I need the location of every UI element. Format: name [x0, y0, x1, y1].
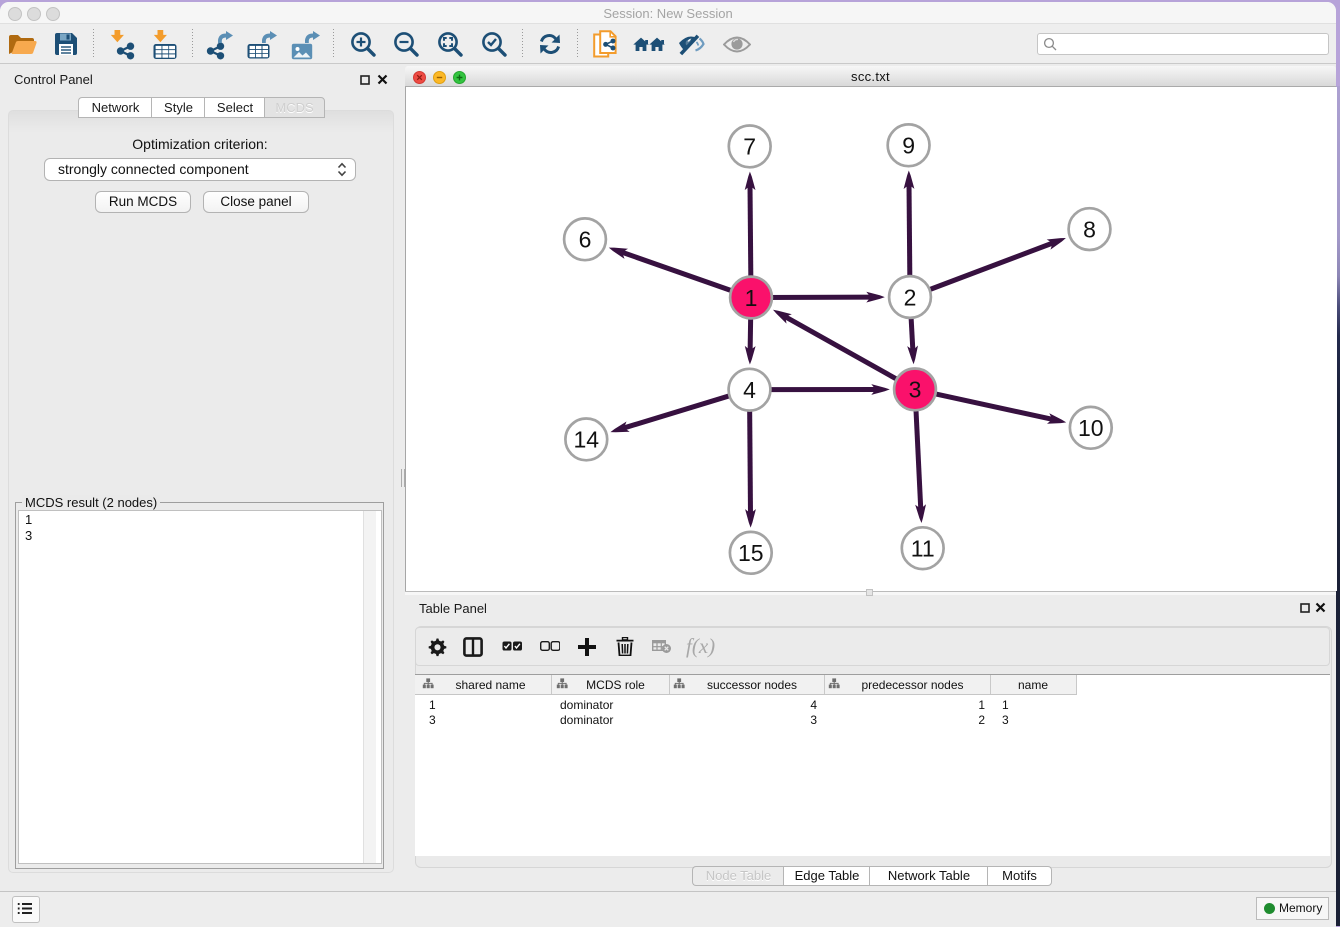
svg-text:7: 7	[743, 134, 756, 160]
svg-text:15: 15	[738, 540, 764, 566]
svg-text:1: 1	[745, 285, 758, 311]
svg-text:4: 4	[743, 377, 756, 403]
svg-text:9: 9	[902, 133, 915, 159]
svg-text:10: 10	[1078, 415, 1104, 441]
svg-text:8: 8	[1083, 216, 1096, 242]
svg-text:2: 2	[904, 284, 917, 310]
svg-text:14: 14	[574, 427, 600, 453]
svg-text:6: 6	[579, 227, 592, 253]
svg-text:3: 3	[909, 377, 922, 403]
svg-text:11: 11	[911, 536, 935, 562]
